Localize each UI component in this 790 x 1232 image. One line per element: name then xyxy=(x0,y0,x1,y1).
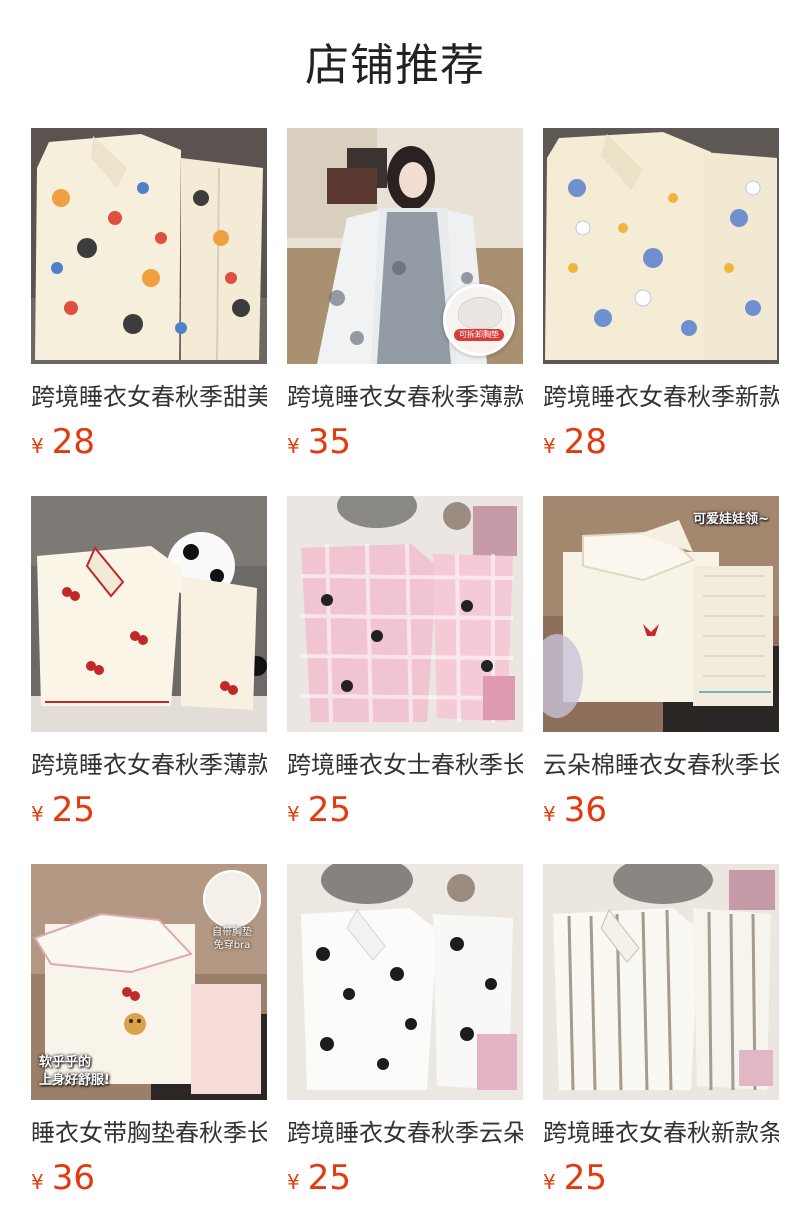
overlay-caption: 软乎乎的 上身好舒服! xyxy=(39,1054,110,1090)
price-currency: ¥ xyxy=(31,802,44,826)
product-image[interactable]: 可爱娃娃领~ xyxy=(543,496,779,732)
product-image[interactable] xyxy=(543,128,779,364)
price-currency: ¥ xyxy=(31,434,44,458)
product-price: ¥36 xyxy=(31,1158,267,1198)
product-price: ¥35 xyxy=(287,422,523,462)
corner-caption: 自带胸垫 免穿bra xyxy=(203,926,261,952)
product-image[interactable] xyxy=(31,496,267,732)
product-card[interactable]: 跨境睡衣女春秋季薄款 ¥25 xyxy=(31,496,267,864)
product-name[interactable]: 跨境睡衣女春秋新款条 xyxy=(543,1116,779,1150)
price-amount: 25 xyxy=(307,1158,351,1198)
product-price: ¥36 xyxy=(543,790,779,830)
product-card[interactable]: 跨境睡衣女春秋季甜美 ¥28 xyxy=(31,128,267,496)
product-image[interactable] xyxy=(287,496,523,732)
product-card[interactable]: 跨境睡衣女士春秋季长 ¥25 xyxy=(287,496,523,864)
product-name[interactable]: 云朵棉睡衣女春秋季长 xyxy=(543,748,779,782)
price-currency: ¥ xyxy=(543,802,556,826)
product-image[interactable] xyxy=(543,864,779,1100)
product-name[interactable]: 跨境睡衣女春秋季新款 xyxy=(543,380,779,414)
product-price: ¥28 xyxy=(543,422,779,462)
product-grid: 跨境睡衣女春秋季甜美 ¥28 可拆卸胸垫 跨境睡衣女春秋季薄款 ¥ 35 跨境睡… xyxy=(31,128,779,1232)
price-currency: ¥ xyxy=(287,1170,300,1194)
product-price: ¥28 xyxy=(31,422,267,462)
product-photo xyxy=(543,496,779,732)
price-amount: 25 xyxy=(563,1158,607,1198)
price-amount: 36 xyxy=(563,790,607,830)
bra-pad-icon xyxy=(203,870,261,928)
corner-caption-line: 免穿bra xyxy=(213,940,251,951)
product-photo xyxy=(287,864,523,1100)
price-currency: ¥ xyxy=(31,1170,44,1194)
badge-label: 可拆卸胸垫 xyxy=(454,329,504,341)
product-image[interactable] xyxy=(31,128,267,364)
corner-caption-line: 自带胸垫 xyxy=(212,927,252,938)
product-card[interactable]: 可爱娃娃领~ 云朵棉睡衣女春秋季长 ¥36 xyxy=(543,496,779,864)
overlay-caption-line: 上身好舒服! xyxy=(39,1073,110,1088)
product-card[interactable]: 跨境睡衣女春秋季新款 ¥28 xyxy=(543,128,779,496)
product-card[interactable]: 可拆卸胸垫 跨境睡衣女春秋季薄款 ¥35 xyxy=(287,128,523,496)
price-amount: 25 xyxy=(307,790,351,830)
overlay-caption: 可爱娃娃领~ xyxy=(693,512,769,527)
product-name[interactable]: 跨境睡衣女春秋季薄款 xyxy=(31,748,267,782)
product-card[interactable]: 跨境睡衣女春秋季云朵 ¥25 xyxy=(287,864,523,1232)
product-name[interactable]: 跨境睡衣女春秋季甜美 xyxy=(31,380,267,414)
overlay-caption-line: 软乎乎的 xyxy=(39,1055,92,1070)
product-card[interactable]: 自带胸垫 免穿bra 软乎乎的 上身好舒服! 睡衣女带胸垫春秋季长 ¥36 xyxy=(31,864,267,1232)
price-currency: ¥ xyxy=(543,1170,556,1194)
product-price: ¥25 xyxy=(31,790,267,830)
product-photo xyxy=(31,496,267,732)
product-price: ¥25 xyxy=(287,790,523,830)
product-photo xyxy=(287,496,523,732)
price-amount: 35 xyxy=(307,422,351,462)
product-image[interactable] xyxy=(287,864,523,1100)
price-amount: 36 xyxy=(51,1158,95,1198)
product-image[interactable]: 自带胸垫 免穿bra 软乎乎的 上身好舒服! xyxy=(31,864,267,1100)
product-photo xyxy=(543,128,779,364)
product-card[interactable]: 跨境睡衣女春秋新款条 ¥25 xyxy=(543,864,779,1232)
product-image[interactable]: 可拆卸胸垫 xyxy=(287,128,523,364)
product-photo xyxy=(543,864,779,1100)
product-price: ¥25 xyxy=(287,1158,523,1198)
product-name[interactable]: 跨境睡衣女春秋季云朵 xyxy=(287,1116,523,1150)
price-currency: ¥ xyxy=(287,802,300,826)
price-amount: 28 xyxy=(51,422,95,462)
product-name[interactable]: 跨境睡衣女士春秋季长 xyxy=(287,748,523,782)
price-currency: ¥ xyxy=(287,434,300,458)
product-price: ¥25 xyxy=(543,1158,779,1198)
price-amount: 25 xyxy=(51,790,95,830)
badge-removable-pad: 可拆卸胸垫 xyxy=(443,284,515,356)
price-amount: 28 xyxy=(563,422,607,462)
bra-pad-icon xyxy=(458,297,502,329)
product-name[interactable]: 跨境睡衣女春秋季薄款 xyxy=(287,380,523,414)
page-title: 店铺推荐 xyxy=(305,40,485,91)
price-currency: ¥ xyxy=(543,434,556,458)
product-name[interactable]: 睡衣女带胸垫春秋季长 xyxy=(31,1116,267,1150)
product-photo xyxy=(31,128,267,364)
